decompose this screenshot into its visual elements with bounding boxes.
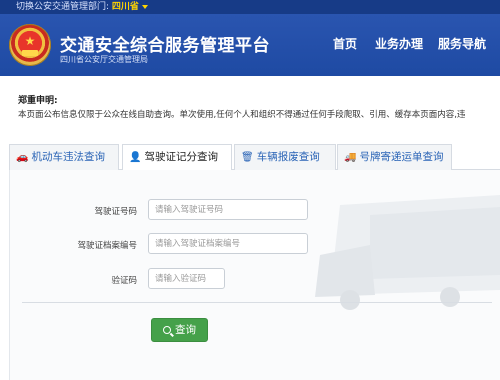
star-icon: ★	[24, 34, 36, 48]
police-emblem-logo: ★	[9, 24, 51, 66]
tab-vehicle-scrap[interactable]: 🗑 车辆报废查询	[234, 144, 336, 170]
captcha-input[interactable]	[148, 268, 225, 289]
form-divider	[22, 302, 492, 303]
tab-label: 号牌寄递运单查询	[359, 151, 444, 163]
disclaimer-text: 本页面公布信息仅限于公众在线自助查询。单次使用,任何个人和组织不得通过任何手段爬…	[18, 110, 466, 120]
nav-home[interactable]: 首页	[333, 35, 357, 52]
department-switch-bar: 切换公安交通管理部门: 四川省	[0, 0, 500, 14]
tab-label: 驾驶证记分查询	[144, 151, 218, 163]
search-icon	[163, 326, 171, 334]
tab-vehicle-violation[interactable]: 🚗 机动车违法查询	[9, 144, 119, 170]
license-file-number-input[interactable]	[148, 233, 308, 254]
province-selector[interactable]: 四川省	[112, 2, 148, 12]
car-icon: 🚗	[16, 152, 29, 163]
trash-icon: 🗑	[241, 152, 254, 163]
province-name: 四川省	[111, 2, 139, 12]
disclaimer-title: 郑重申明:	[18, 96, 58, 106]
site-header: ★ 交通安全综合服务管理平台 四川省公安厅交通管理局 首页 业务办理 服务导航	[0, 14, 500, 76]
tab-license-points[interactable]: 👤 驾驶证记分查询	[122, 144, 232, 171]
truck-icon: 🚚	[344, 152, 357, 163]
nav-service-guide[interactable]: 服务导航	[438, 35, 486, 52]
tab-plate-delivery[interactable]: 🚚 号牌寄递运单查询	[337, 144, 452, 170]
department-switch-label: 切换公安交通管理部门:	[16, 2, 110, 12]
license-number-label: 驾驶证号码	[94, 207, 137, 217]
site-subtitle: 四川省公安厅交通管理局	[60, 55, 148, 64]
user-icon: 👤	[129, 152, 142, 163]
emblem-base	[22, 50, 38, 56]
license-number-input[interactable]	[148, 199, 308, 220]
truck-background-illustration	[315, 195, 500, 310]
license-file-number-label: 驾驶证档案编号	[77, 241, 137, 251]
query-tabs: 🚗 机动车违法查询 👤 驾驶证记分查询 🗑 车辆报废查询 🚚 号牌寄递运单查询	[9, 144, 500, 171]
captcha-label: 验证码	[111, 276, 137, 286]
site-title: 交通安全综合服务管理平台	[60, 36, 270, 56]
query-button[interactable]: 查询	[151, 318, 208, 342]
tab-label: 车辆报废查询	[256, 151, 320, 163]
tab-label: 机动车违法查询	[31, 151, 105, 163]
caret-down-icon	[141, 4, 148, 9]
query-button-label: 查询	[175, 324, 196, 336]
nav-business[interactable]: 业务办理	[375, 35, 423, 52]
